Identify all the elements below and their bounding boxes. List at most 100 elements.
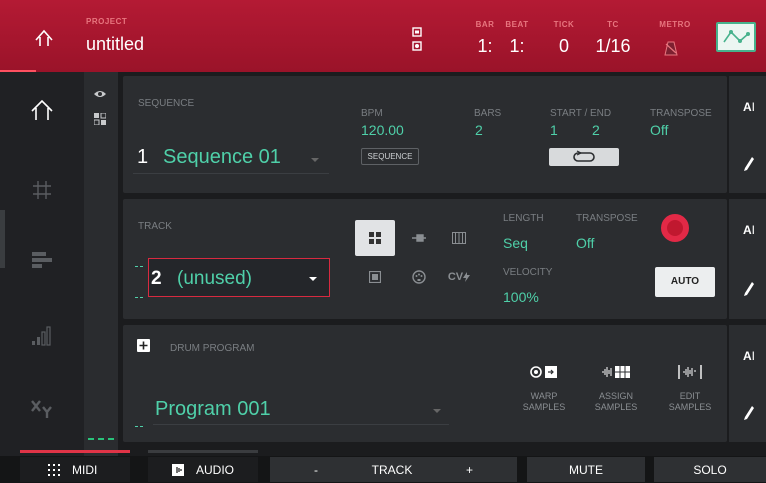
bars-label: BARS xyxy=(474,108,502,119)
sequence-panel: SEQUENCE 1 Sequence 01 BPM 120.00 SEQUEN… xyxy=(123,76,727,193)
track-transpose-value[interactable]: Off xyxy=(576,235,594,251)
mute-label: MUTE xyxy=(569,462,603,477)
view-strip xyxy=(84,72,118,456)
track-number: 2 xyxy=(151,268,162,289)
bar-display[interactable]: BAR 1: xyxy=(470,20,500,57)
beat-display[interactable]: BEAT 1: xyxy=(501,20,533,57)
midi-port-icon xyxy=(412,270,426,284)
song-mode-icon[interactable] xyxy=(408,24,426,56)
nav-xyfx[interactable] xyxy=(18,388,66,428)
track-prev-button[interactable]: - xyxy=(314,463,318,477)
home-button[interactable] xyxy=(24,18,64,58)
track-transpose-label: TRANSPOSE xyxy=(576,213,638,224)
pencil-icon[interactable] xyxy=(743,156,755,172)
track-nav: - TRACK + xyxy=(270,457,517,482)
automation-button[interactable] xyxy=(716,22,756,52)
add-program-button[interactable] xyxy=(137,339,150,352)
rename-button[interactable]: AI xyxy=(743,349,755,363)
rename-label: A xyxy=(743,349,752,363)
plugin-icon xyxy=(412,234,426,242)
velocity-label: VELOCITY xyxy=(503,267,553,278)
track-name: (unused) xyxy=(177,268,252,289)
track-side-controls: AI xyxy=(729,199,766,319)
nav-track-view[interactable] xyxy=(18,240,66,280)
sequence-button[interactable]: SEQUENCE xyxy=(361,148,419,165)
program-name: Program 001 xyxy=(155,398,271,420)
rename-button[interactable]: AI xyxy=(743,100,755,114)
grid-icon xyxy=(33,181,51,199)
velocity-value[interactable]: 100% xyxy=(503,289,539,305)
bottom-bar: MIDI AUDIO - TRACK + MUTE SOLO xyxy=(0,456,766,483)
nav-marker xyxy=(0,210,5,268)
solo-label: SOLO xyxy=(693,462,727,477)
program-type-label: DRUM PROGRAM xyxy=(170,343,255,354)
audio-wave-icon xyxy=(172,463,184,476)
tab-indicator xyxy=(148,450,258,453)
track-next-button[interactable]: + xyxy=(466,463,473,477)
track-type-keygroup[interactable] xyxy=(439,220,479,256)
end-value[interactable]: 2 xyxy=(592,122,600,138)
pencil-icon[interactable] xyxy=(743,281,755,297)
track-nav-label: TRACK xyxy=(371,462,413,477)
metronome-button[interactable] xyxy=(663,40,679,61)
length-label: LENGTH xyxy=(503,213,544,224)
nav-home[interactable] xyxy=(18,90,66,130)
record-arm-button[interactable] xyxy=(661,214,689,242)
sequence-selector[interactable]: 1 Sequence 01 xyxy=(133,142,329,174)
track-type-drum[interactable] xyxy=(355,220,395,256)
nav-mixer[interactable] xyxy=(18,316,66,356)
project-name[interactable]: untitled xyxy=(86,34,144,55)
tc-value: 1/16 xyxy=(595,36,631,56)
sequence-transpose-value[interactable]: Off xyxy=(650,122,668,138)
track-type-plugin[interactable] xyxy=(399,220,439,256)
tc-display[interactable]: TC 1/16 xyxy=(588,20,638,57)
edit-samples-icon xyxy=(653,361,727,383)
rename-button[interactable]: AI xyxy=(743,223,755,237)
mute-button[interactable]: MUTE xyxy=(527,457,645,482)
assign-samples-button[interactable]: ASSIGN SAMPLES xyxy=(579,361,653,413)
audio-label: AUDIO xyxy=(196,462,235,477)
clip-icon xyxy=(369,271,381,283)
start-value[interactable]: 1 xyxy=(550,122,558,138)
level-icon xyxy=(32,326,51,346)
cv-label: CV xyxy=(447,271,464,283)
midi-label: MIDI xyxy=(72,462,98,477)
pencil-icon[interactable] xyxy=(743,405,755,421)
tick-display[interactable]: TICK 0 xyxy=(549,20,579,57)
project-label: PROJECT xyxy=(86,17,128,26)
bar-value: 1: xyxy=(477,36,493,56)
track-selector[interactable]: 2 (unused) xyxy=(148,258,330,297)
program-selector[interactable]: Program 001 xyxy=(153,395,449,425)
midi-button[interactable]: MIDI xyxy=(20,457,130,482)
track-type-midi[interactable] xyxy=(399,259,439,295)
grid-view-icon[interactable] xyxy=(93,112,107,130)
eye-icon[interactable] xyxy=(93,86,107,104)
audio-button[interactable]: AUDIO xyxy=(148,457,258,482)
bpm-value[interactable]: 120.00 xyxy=(361,122,404,138)
active-tab-indicator xyxy=(20,450,130,453)
automation-icon xyxy=(723,30,750,43)
loop-button[interactable] xyxy=(549,148,619,166)
edit-line1: EDIT xyxy=(679,391,701,401)
program-panel: DRUM PROGRAM Program 001 WARP SAMPLES ASS… xyxy=(123,325,727,442)
nav-step-sequencer[interactable] xyxy=(18,170,66,210)
track-type-clip[interactable] xyxy=(355,259,395,295)
home-icon xyxy=(35,29,53,46)
length-value[interactable]: Seq xyxy=(503,235,528,251)
bars-value[interactable]: 2 xyxy=(475,122,483,138)
program-side-controls: AI xyxy=(729,325,766,442)
loop-icon xyxy=(573,150,595,162)
sequence-side-controls: AI xyxy=(729,76,766,193)
sequence-transpose-label: TRANSPOSE xyxy=(650,108,712,119)
edit-samples-button[interactable]: EDIT SAMPLES xyxy=(653,361,727,413)
header-bar: PROJECT untitled BAR 1: BEAT 1: TICK 0 T… xyxy=(0,0,766,72)
track-label: TRACK xyxy=(138,221,172,232)
text-cursor-icon: I xyxy=(751,223,756,237)
beat-value: 1: xyxy=(509,36,525,56)
track-type-cv[interactable]: CV xyxy=(439,259,479,295)
solo-button[interactable]: SOLO xyxy=(654,457,766,482)
plus-icon xyxy=(139,341,148,350)
warp-icon xyxy=(507,361,581,383)
warp-samples-button[interactable]: WARP SAMPLES xyxy=(507,361,581,413)
auto-button[interactable]: AUTO xyxy=(655,267,715,297)
